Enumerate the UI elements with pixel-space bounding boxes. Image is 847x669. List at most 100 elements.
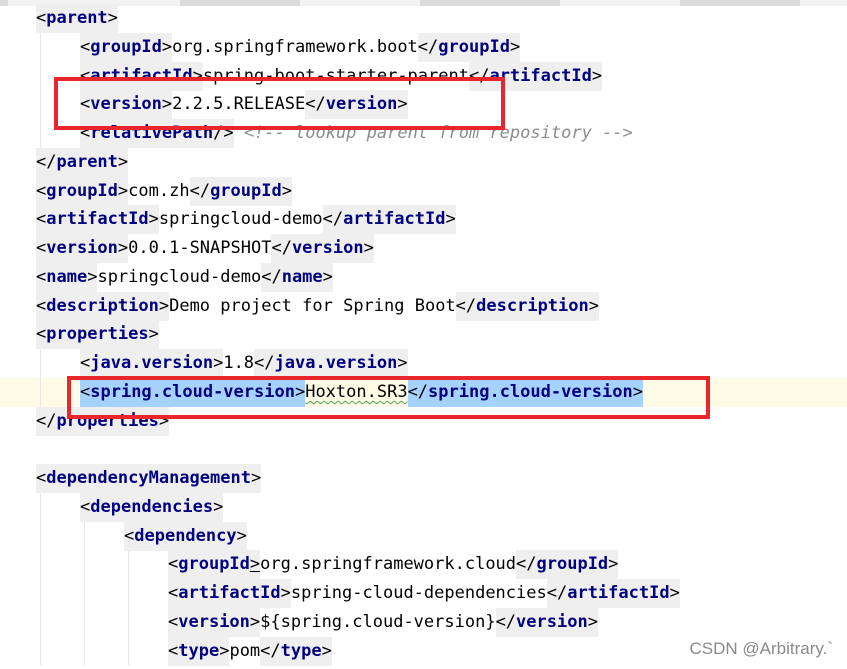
tag-bracket: < (36, 234, 47, 263)
tag-name: dependencies (90, 492, 214, 522)
indent-guide (40, 492, 41, 666)
text-value: org.springframework.boot (172, 36, 418, 57)
tag-bracket: > (591, 61, 603, 91)
code-line[interactable]: < groupId > org.springframework.boot </group… (80, 32, 521, 62)
tag-bracket: </ (36, 147, 57, 177)
code-line[interactable]: < artifactId > springcloud-demo </artifactId… (36, 205, 456, 235)
tag-name: groupId (210, 176, 282, 206)
tag-bracket: > (107, 4, 118, 33)
code-line[interactable]: < groupId > org.springframework.cloud </grou… (168, 550, 619, 580)
code-line[interactable]: < dependencyManagement > (36, 464, 262, 493)
tag-bracket: < (168, 579, 179, 608)
code-line[interactable]: < description > Demo project for Spring Boo… (36, 291, 599, 321)
code-line[interactable]: </parent > (36, 147, 129, 177)
tag-bracket: > (397, 349, 408, 378)
tag-name: version (516, 607, 588, 637)
code-line[interactable]: < version > ${spring.cloud-version} </versio… (168, 607, 598, 637)
tag-bracket: < (36, 291, 47, 321)
tag-bracket: > (363, 234, 374, 263)
code-line[interactable]: < name > springcloud-demo </name > (36, 262, 333, 292)
text-value: 0.0.1-SNAPSHOT (128, 238, 272, 258)
tag-bracket: < (36, 262, 47, 292)
code-line[interactable]: < properties > (36, 320, 159, 350)
indent-guide (40, 32, 41, 148)
indent-guide (40, 349, 41, 407)
tag-bracket: > (117, 147, 129, 177)
indent-guide (84, 521, 85, 666)
text-value: org.springframework.cloud (260, 554, 517, 575)
tag-bracket: > (148, 320, 159, 350)
text-value: com.zh (128, 180, 190, 201)
tag-name: java.version (274, 349, 398, 378)
version-highlight-box (54, 77, 505, 130)
tag-bracket: </ (260, 636, 281, 666)
tag-name: version (46, 234, 118, 263)
tag-name: artifactId (178, 579, 281, 608)
tag-name: version (178, 607, 250, 637)
text-value: 1.8 (223, 353, 255, 373)
tag-bracket: > (281, 176, 292, 206)
tag-bracket: < (36, 205, 47, 235)
text-value: springcloud-demo (158, 209, 323, 230)
tag-name: groupId (178, 550, 250, 580)
tag-name: artifactId (46, 205, 149, 235)
cloud-version-highlight-box (67, 376, 710, 419)
tag-bracket: > (213, 492, 224, 522)
tag-bracket: < (168, 636, 179, 666)
tag-bracket: > (249, 607, 261, 637)
tag-bracket: > (87, 262, 98, 292)
code-line[interactable]: < dependencies > (80, 492, 224, 522)
tag-bracket: < (168, 550, 179, 580)
code-line[interactable]: < version >0.0.1-SNAPSHOT </version > (36, 234, 374, 263)
text-value: spring-cloud-dependencies (290, 583, 547, 603)
tag-name: name (281, 262, 323, 292)
tag-name: type (178, 636, 220, 666)
tag-bracket: < (36, 464, 47, 493)
code-line[interactable]: < type > pom </type > (168, 636, 332, 666)
tag-name: name (46, 262, 88, 292)
code-line[interactable]: < dependency > (124, 521, 247, 551)
tag-bracket: > (321, 636, 332, 666)
tag-bracket: < (124, 521, 135, 551)
text-value: springcloud-demo (97, 266, 262, 287)
tag-bracket: > (445, 205, 456, 235)
tag-name: artifactId (567, 579, 670, 608)
tag-bracket: > (509, 32, 521, 62)
tag-bracket: > (117, 234, 129, 263)
tag-bracket: < (36, 320, 47, 350)
tag-bracket: < (36, 176, 47, 206)
tag-bracket: </ (546, 579, 568, 608)
tag-name: groupId (90, 32, 162, 62)
tag-bracket: </ (495, 607, 517, 637)
tag-bracket: < (168, 607, 179, 637)
code-line[interactable]: < artifactId > spring-cloud-dependencies </a… (168, 579, 680, 608)
code-line[interactable]: < parent > (36, 4, 118, 33)
tag-bracket: < (80, 492, 91, 522)
tag-bracket: > (158, 291, 170, 321)
tag-bracket: </ (271, 234, 292, 263)
tag-bracket: > (219, 636, 230, 666)
tag-bracket: > (669, 579, 680, 608)
tag-bracket: > (249, 550, 261, 580)
tag-bracket: > (250, 464, 262, 493)
code-line[interactable]: < java.version >1.8 </java.version > (80, 349, 408, 378)
tag-bracket: > (280, 579, 291, 608)
tag-bracket: </ (189, 176, 211, 206)
csdn-watermark: CSDN @Arbitrary.` (689, 639, 833, 658)
tag-name: type (280, 636, 322, 666)
tag-bracket: > (236, 521, 247, 551)
tag-bracket: </ (254, 349, 275, 378)
text-value: ${spring.cloud-version} (260, 611, 496, 632)
tag-name: groupId (46, 176, 118, 206)
tag-name: description (46, 291, 159, 321)
tag-bracket: > (322, 262, 333, 292)
code-line[interactable]: < groupId > com.zh </groupId > (36, 176, 292, 206)
tag-bracket: > (148, 205, 159, 235)
tag-bracket: </ (516, 550, 537, 580)
tag-bracket: </ (36, 406, 57, 436)
tag-name: dependencyManagement (46, 464, 251, 493)
tag-name: artifactId (343, 205, 446, 235)
tag-bracket: < (36, 4, 47, 33)
tag-bracket: > (587, 607, 598, 637)
tag-bracket: > (588, 291, 599, 321)
